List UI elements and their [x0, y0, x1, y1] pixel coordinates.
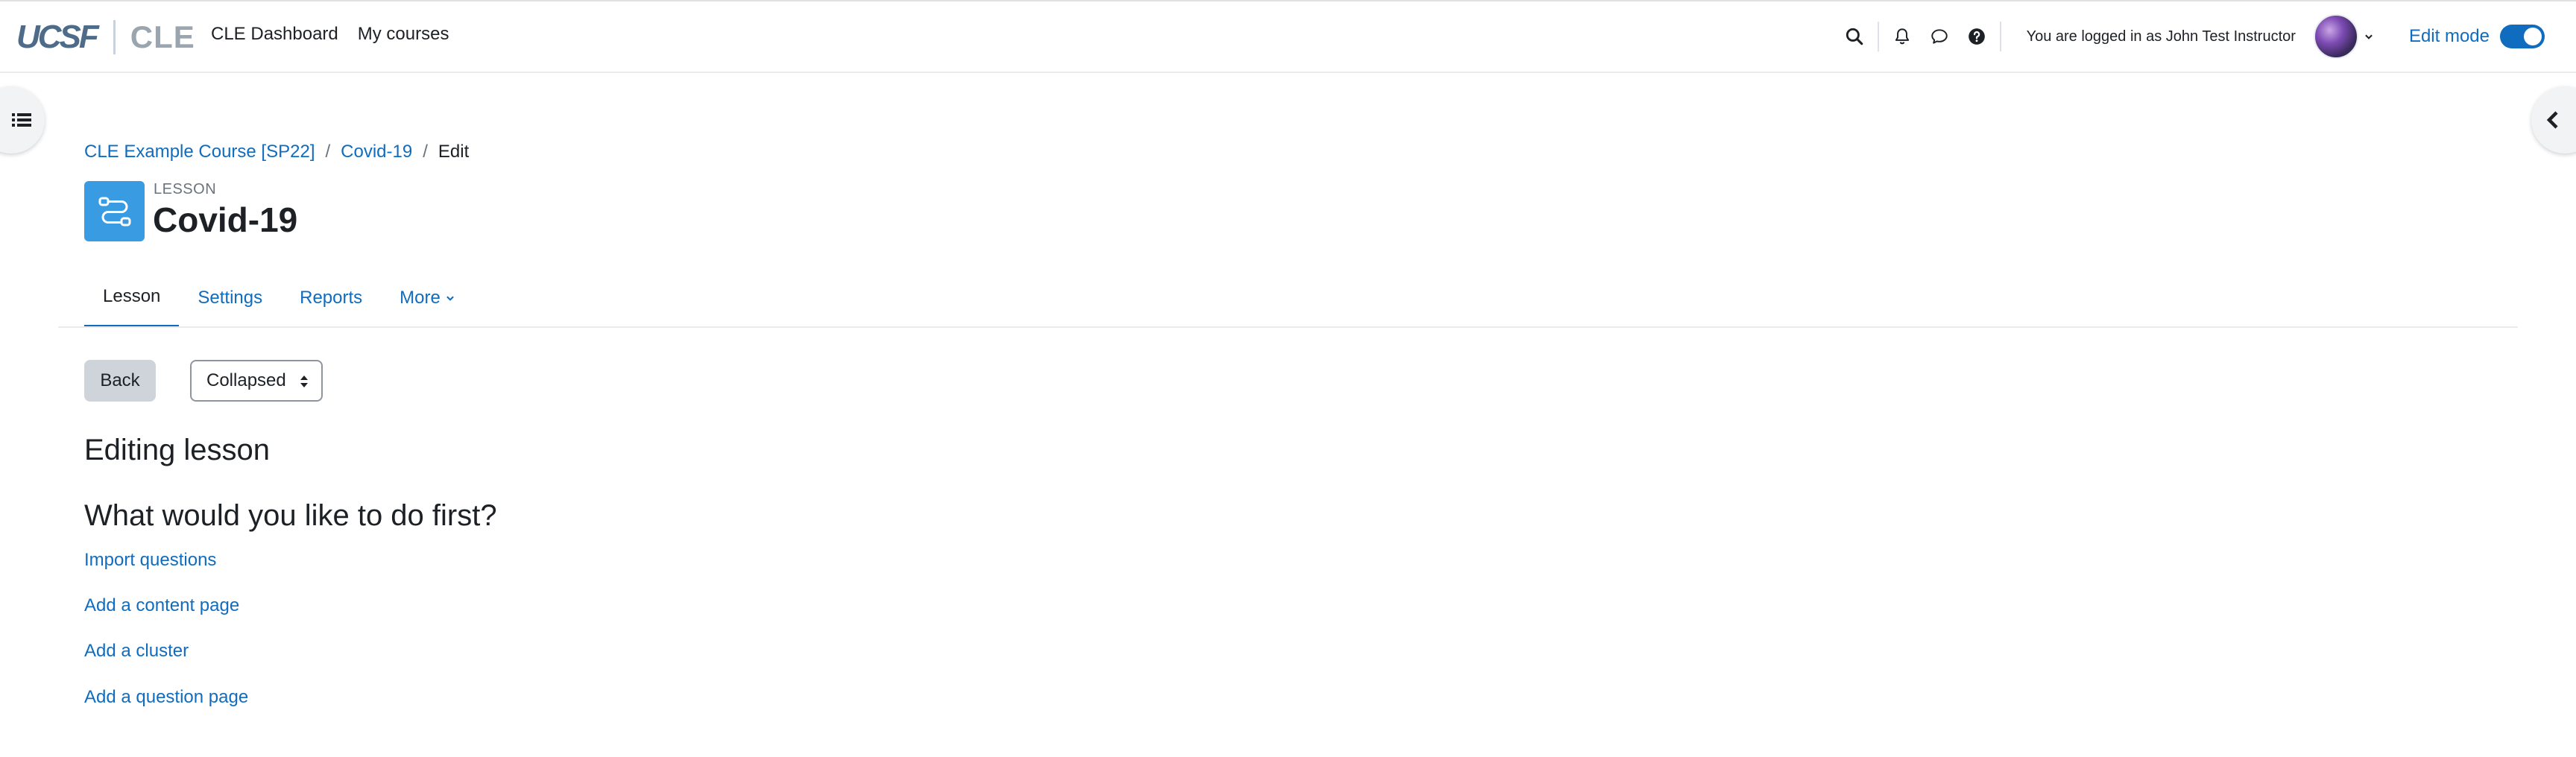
navbar-divider	[1877, 22, 1879, 51]
editing-lesson-heading: Editing lesson	[84, 434, 271, 466]
tab-lesson[interactable]: Lesson	[84, 268, 180, 328]
import-questions-link[interactable]: Import questions	[84, 550, 216, 571]
edit-mode-control: Edit mode	[2409, 25, 2545, 48]
breadcrumb-separator: /	[423, 142, 428, 162]
chevron-left-icon	[2546, 111, 2558, 129]
search-icon	[1846, 28, 1863, 45]
search-button[interactable]	[1836, 18, 1873, 55]
user-menu-toggle[interactable]	[2361, 31, 2376, 42]
tab-label: More	[400, 288, 441, 308]
lesson-icon	[98, 197, 130, 226]
top-navbar: UCSF CLE CLE Dashboard My courses You ar…	[0, 1, 2576, 73]
site-logo[interactable]: UCSF CLE	[16, 16, 195, 58]
tab-label: Reports	[300, 288, 363, 308]
logo-divider	[113, 20, 116, 54]
tab-label: Settings	[198, 288, 263, 308]
course-index-drawer-toggle[interactable]	[0, 86, 45, 153]
notifications-button[interactable]	[1884, 18, 1921, 55]
edit-mode-label: Edit mode	[2408, 26, 2490, 46]
sort-caret-icon	[300, 376, 308, 387]
tab-reports[interactable]: Reports	[281, 268, 381, 328]
add-content-page-link[interactable]: Add a content page	[84, 595, 239, 616]
secondary-nav-divider	[58, 326, 2518, 328]
toggle-knob	[2524, 28, 2542, 45]
login-info-text: You are logged in as John Test Instructo…	[2026, 28, 2296, 45]
list-icon	[12, 113, 31, 127]
cle-logo-text: CLE	[130, 19, 195, 54]
what-first-heading: What would you like to do first?	[84, 499, 497, 532]
tab-label: Lesson	[103, 286, 161, 306]
user-avatar[interactable]	[2313, 14, 2358, 59]
add-question-page-link[interactable]: Add a question page	[84, 687, 248, 708]
view-mode-select-value: Collapsed	[206, 370, 286, 390]
nav-my-courses[interactable]: My courses	[358, 24, 449, 45]
breadcrumb-course-link[interactable]: CLE Example Course [SP22]	[84, 142, 315, 162]
back-button[interactable]: Back	[84, 360, 156, 402]
messages-button[interactable]	[1921, 18, 1958, 55]
view-mode-select[interactable]: Collapsed	[190, 360, 323, 402]
breadcrumb-separator: /	[325, 142, 331, 162]
primary-navigation: CLE Dashboard My courses	[211, 24, 449, 45]
help-button[interactable]	[1958, 18, 1995, 55]
navbar-divider	[1999, 22, 2001, 51]
navbar-right: You are logged in as John Test Instructo…	[1836, 1, 2576, 72]
breadcrumb-current: Edit	[438, 142, 470, 162]
page-title: Covid-19	[153, 200, 298, 239]
add-cluster-link[interactable]: Add a cluster	[84, 641, 189, 662]
chevron-down-icon	[2365, 34, 2373, 39]
block-drawer-toggle[interactable]	[2531, 86, 2576, 153]
bell-icon	[1895, 28, 1909, 45]
breadcrumb-activity-link[interactable]: Covid-19	[341, 142, 412, 162]
chevron-down-icon	[446, 296, 454, 301]
ucsf-logo-text: UCSF	[16, 19, 99, 55]
edit-mode-toggle[interactable]	[2500, 25, 2545, 48]
breadcrumb: CLE Example Course [SP22] / Covid-19 / E…	[84, 142, 469, 162]
chat-icon	[1931, 29, 1948, 44]
tab-settings[interactable]: Settings	[179, 268, 281, 328]
question-circle-icon	[1968, 28, 1985, 45]
lesson-activity-icon	[84, 181, 145, 241]
tab-more[interactable]: More	[381, 268, 474, 328]
secondary-navigation: Lesson Settings Reports More	[84, 268, 474, 329]
activity-type-label: LESSON	[154, 181, 217, 197]
nav-cle-dashboard[interactable]: CLE Dashboard	[211, 24, 338, 45]
